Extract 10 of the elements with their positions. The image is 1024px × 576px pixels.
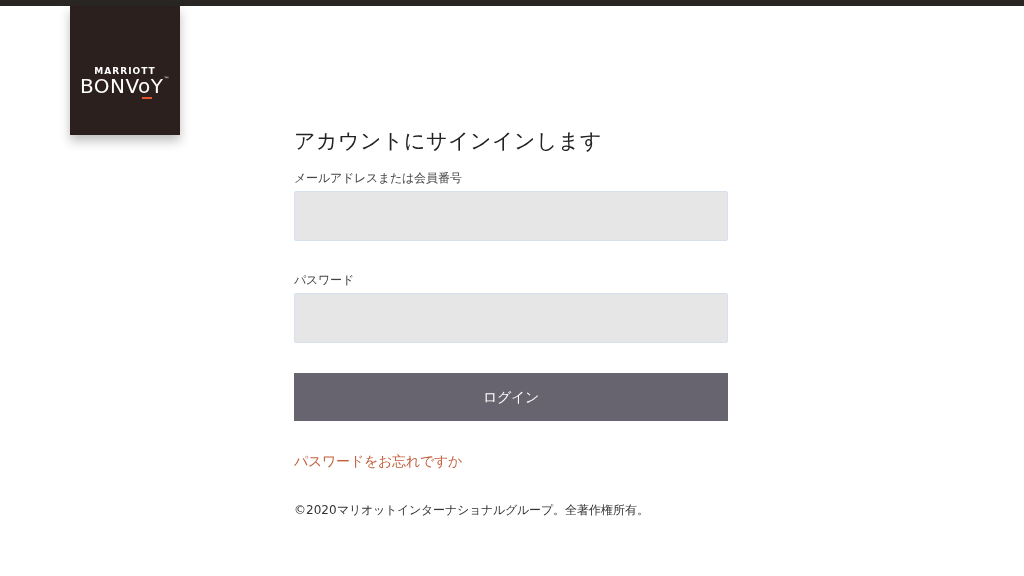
field-label: メールアドレスまたは会員番号 — [294, 170, 463, 188]
login-button[interactable]: ログイン — [294, 373, 728, 422]
input-field[interactable] — [294, 191, 728, 242]
input-field[interactable] — [294, 293, 728, 344]
copyright-text: ©2020マリオットインターナショナルグループ。全著作権所有。 — [294, 503, 649, 518]
logo-underline-icon — [141, 96, 152, 99]
page-heading: アカウントにサインインします — [294, 128, 603, 155]
logo-text: MARRIOTT — [94, 66, 156, 76]
forgot-password-link[interactable]: パスワードをお忘れですか — [294, 453, 462, 470]
field-label: パスワード — [294, 272, 355, 290]
